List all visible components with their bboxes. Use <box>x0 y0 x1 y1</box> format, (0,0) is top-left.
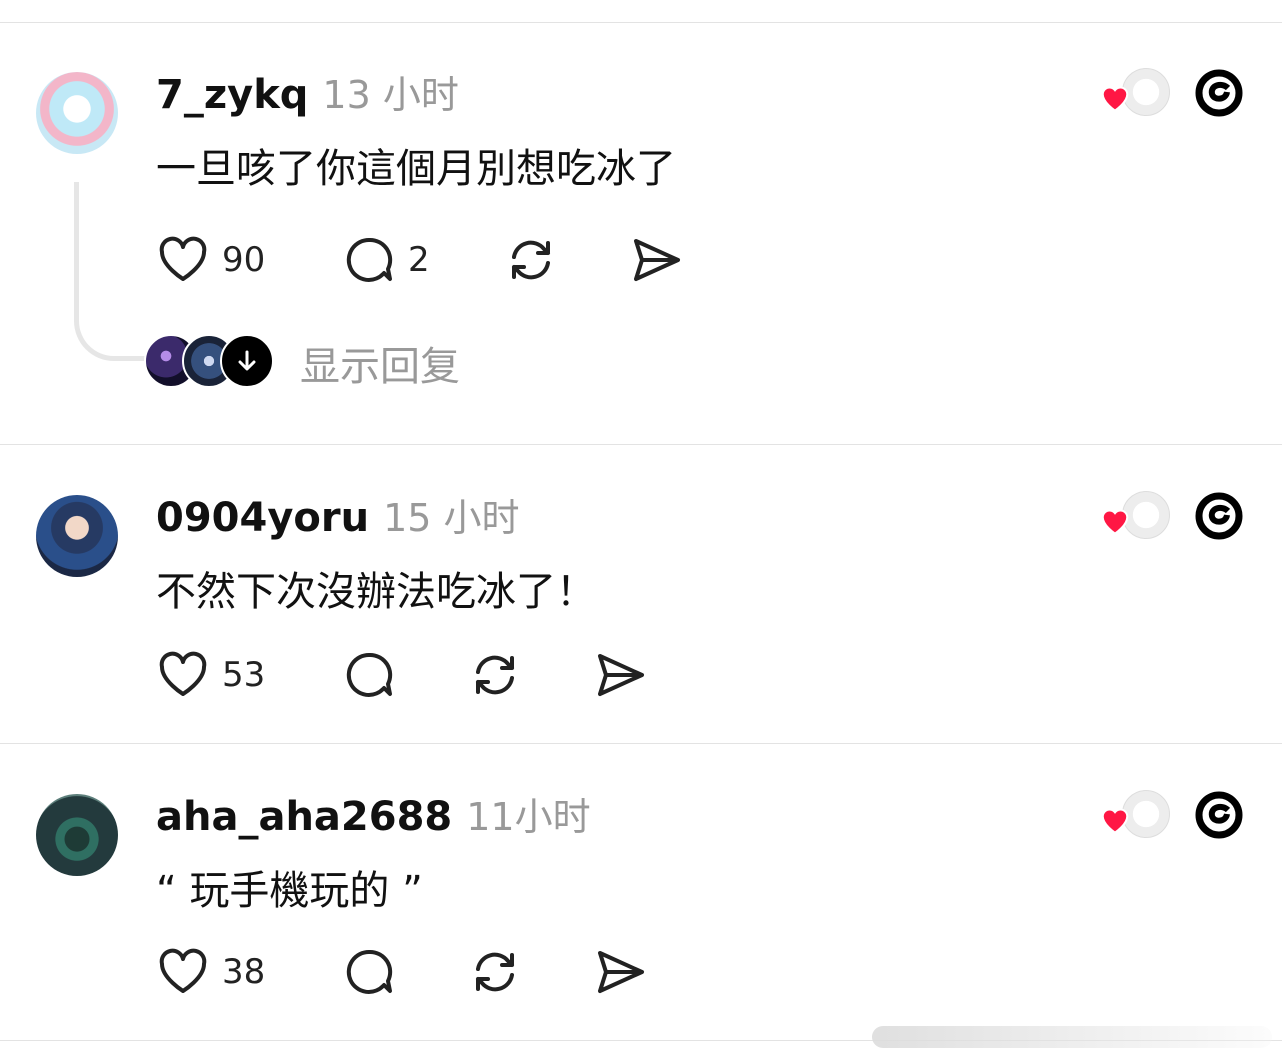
repost-icon <box>512 240 550 280</box>
repost-button[interactable] <box>468 944 522 1000</box>
like-count: 38 <box>222 952 266 992</box>
reply-post: 0904yoru 15 小时 不然下次沒辦法吃冰了！ 53 <box>0 445 1282 743</box>
heart-icon <box>159 948 207 993</box>
author-liked-indicator <box>1098 491 1170 541</box>
like-button[interactable]: 53 <box>156 647 265 703</box>
reply-post: aha_aha2688 11小时 “ 玩手機玩的 ” 38 <box>0 744 1282 1040</box>
post-text: 不然下次沒辦法吃冰了！ <box>156 569 596 615</box>
like-count: 53 <box>222 655 266 695</box>
like-button[interactable]: 38 <box>156 944 265 1000</box>
user-avatar[interactable] <box>36 794 118 876</box>
comment-count: 2 <box>408 240 430 280</box>
threads-logo-icon[interactable] <box>1192 788 1246 842</box>
reply-post: 7_zykq 13 小时 一旦咳了你這個月別想吃冰了 90 2 显示回复 <box>0 0 1282 445</box>
repost-icon <box>476 952 514 992</box>
like-count: 90 <box>222 240 266 280</box>
post-text: 一旦咳了你這個月別想吃冰了 <box>156 146 676 192</box>
post-header: 0904yoru 15 小时 <box>156 487 520 542</box>
comment-icon <box>346 237 393 282</box>
post-header: 7_zykq 13 小时 <box>156 64 459 119</box>
like-button[interactable]: 90 <box>156 232 265 288</box>
share-button[interactable] <box>594 647 648 703</box>
repost-icon <box>476 655 514 695</box>
thread-connector-line <box>74 182 149 361</box>
timestamp: 11小时 <box>466 795 591 839</box>
comment-button[interactable] <box>342 647 396 703</box>
send-icon <box>598 654 644 696</box>
user-avatar[interactable] <box>36 495 118 577</box>
show-replies-link[interactable]: 显示回复 <box>300 334 460 392</box>
username[interactable]: 0904yoru <box>156 495 369 541</box>
comment-icon <box>346 652 393 697</box>
share-button[interactable] <box>630 232 684 288</box>
username[interactable]: aha_aha2688 <box>156 794 452 840</box>
send-icon <box>598 951 644 993</box>
timestamp: 13 小时 <box>322 73 459 117</box>
heart-icon <box>159 651 207 696</box>
repost-button[interactable] <box>468 647 522 703</box>
post-header: aha_aha2688 11小时 <box>156 786 591 841</box>
post-text: “ 玩手機玩的 ” <box>156 868 423 914</box>
user-avatar[interactable] <box>36 72 118 154</box>
horizontal-scrollbar[interactable] <box>872 1026 1272 1048</box>
comment-button[interactable]: 2 <box>342 232 430 288</box>
repost-button[interactable] <box>504 232 558 288</box>
author-liked-indicator <box>1098 68 1170 118</box>
send-icon <box>634 239 680 281</box>
expand-replies-icon[interactable] <box>220 334 274 388</box>
heart-filled-icon <box>1101 509 1129 535</box>
threads-logo-icon[interactable] <box>1192 66 1246 120</box>
heart-filled-icon <box>1101 86 1129 112</box>
username[interactable]: 7_zykq <box>156 72 308 118</box>
comment-button[interactable] <box>342 944 396 1000</box>
heart-filled-icon <box>1101 808 1129 834</box>
threads-logo-icon[interactable] <box>1192 489 1246 543</box>
author-liked-indicator <box>1098 790 1170 840</box>
comment-icon <box>346 949 393 994</box>
share-button[interactable] <box>594 944 648 1000</box>
heart-icon <box>159 236 207 281</box>
timestamp: 15 小时 <box>383 496 520 540</box>
